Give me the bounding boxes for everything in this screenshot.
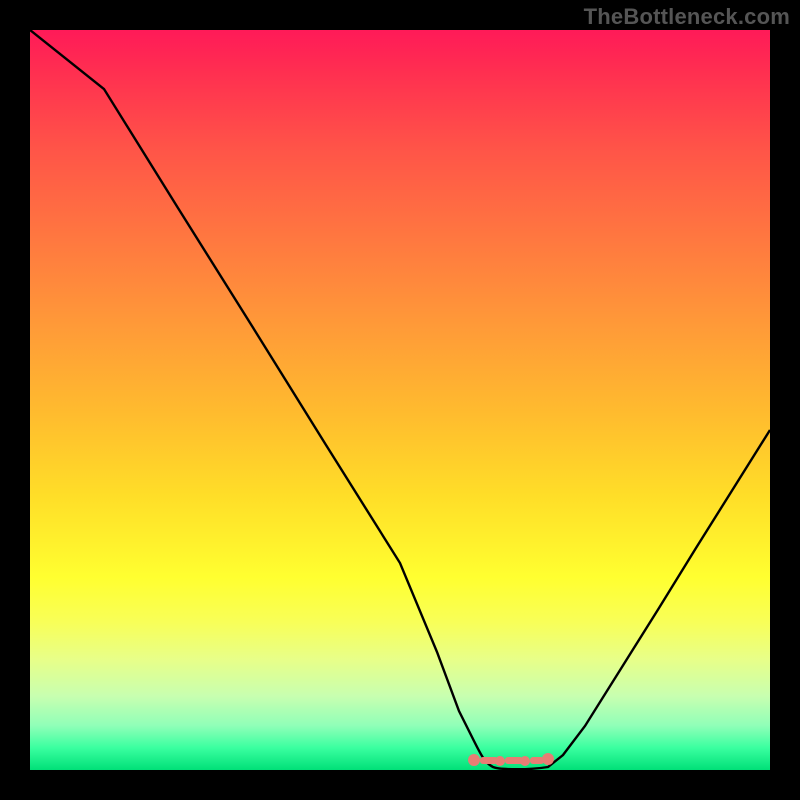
curve-layer [30,30,770,770]
plot-area [30,30,770,770]
chart-frame: TheBottleneck.com [0,0,800,800]
bottleneck-curve [30,30,770,769]
watermark-text: TheBottleneck.com [584,4,790,30]
